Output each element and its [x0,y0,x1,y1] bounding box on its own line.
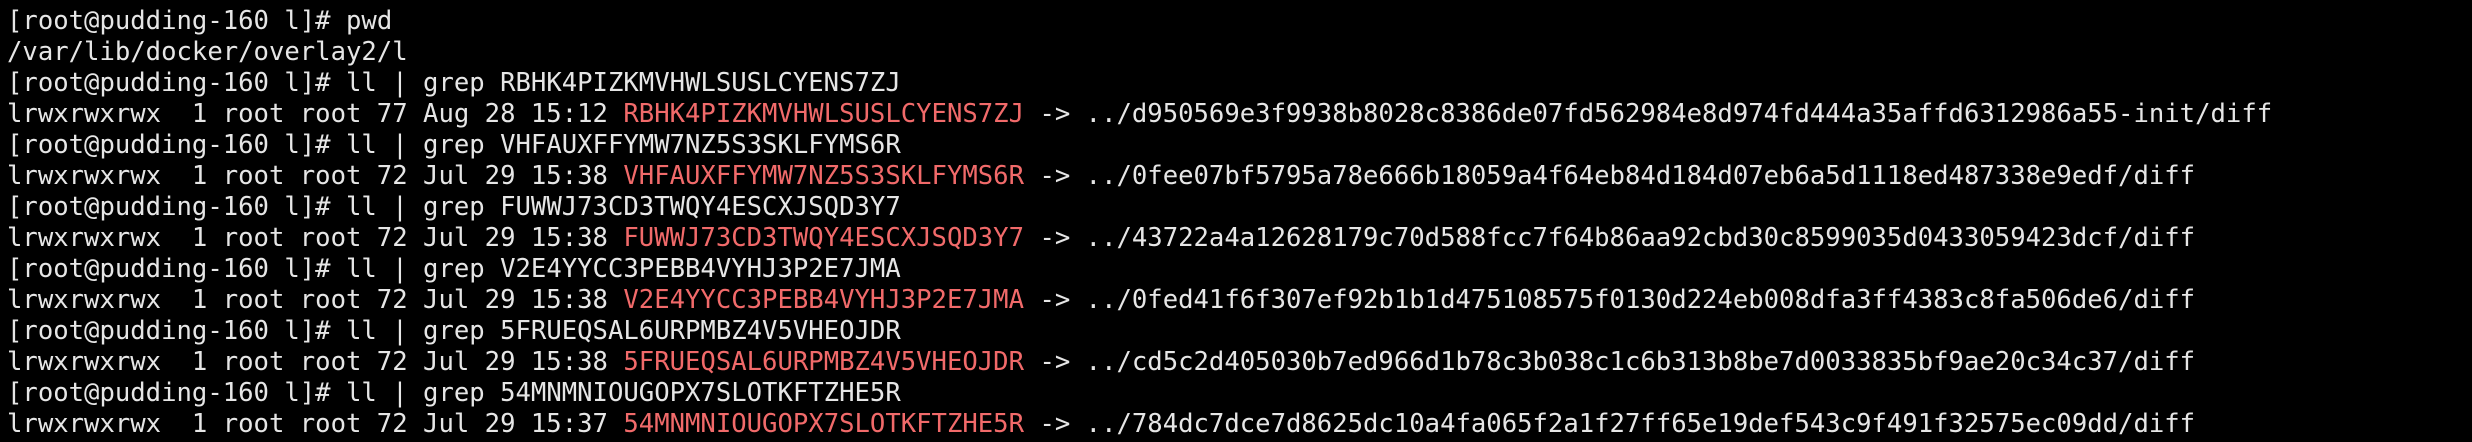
listing-line: lrwxrwxrwx 1 root root 72 Jul 29 15:38 F… [7,223,2466,254]
listing-space [1024,409,1039,439]
listing-space [1024,347,1039,377]
listing-space [608,409,623,439]
command-line: [root@pudding-160 l]# ll | grep VHFAUXFF… [7,130,2466,161]
symlink-target: -> ../0fed41f6f307ef92b1b1d475108575f013… [1039,285,2196,315]
listing-space [1024,285,1039,315]
listing-line: lrwxrwxrwx 1 root root 72 Jul 29 15:38 V… [7,161,2466,192]
command-line: [root@pudding-160 l]# pwd [7,6,2466,37]
listing-space [608,223,623,253]
listing-prefix: lrwxrwxrwx 1 root root 72 Jul 29 15:37 [7,409,608,439]
command-text: pwd [346,6,393,36]
command-text: ll | grep RBHK4PIZKMVHWLSUSLCYENS7ZJ [346,68,901,98]
listing-prefix: lrwxrwxrwx 1 root root 72 Jul 29 15:38 [7,223,608,253]
listing-space [608,347,623,377]
symlink-name: 54MNMNIOUGOPX7SLOTKFTZHE5R [623,409,1025,439]
command-text: ll | grep FUWWJ73CD3TWQY4ESCXJSQD3Y7 [346,192,901,222]
command-text: ll | grep VHFAUXFFYMW7NZ5S3SKLFYMS6R [346,130,901,160]
shell-prompt: [root@pudding-160 l]# [7,316,331,346]
symlink-target: -> ../0fee07bf5795a78e666b18059a4f64eb84… [1039,161,2196,191]
listing-line: lrwxrwxrwx 1 root root 72 Jul 29 15:37 5… [7,409,2466,440]
listing-space [1024,99,1039,129]
listing-line: lrwxrwxrwx 1 root root 72 Jul 29 15:38 5… [7,347,2466,378]
command-line: [root@pudding-160 l]# ll | grep 5FRUEQSA… [7,316,2466,347]
symlink-target: -> ../784dc7dce7d8625dc10a4fa065f2a1f27f… [1039,409,2196,439]
listing-prefix: lrwxrwxrwx 1 root root 72 Jul 29 15:38 [7,285,608,315]
listing-prefix: lrwxrwxrwx 1 root root 77 Aug 28 15:12 [7,99,608,129]
shell-prompt: [root@pudding-160 l]# [7,130,331,160]
symlink-name: FUWWJ73CD3TWQY4ESCXJSQD3Y7 [623,223,1025,253]
output-line: /var/lib/docker/overlay2/l [7,37,2466,68]
shell-prompt: [root@pudding-160 l]# [7,68,331,98]
symlink-name: 5FRUEQSAL6URPMBZ4V5VHEOJDR [623,347,1025,377]
command-line: [root@pudding-160 l]# ll | grep 54MNMNIO… [7,378,2466,409]
listing-prefix: lrwxrwxrwx 1 root root 72 Jul 29 15:38 [7,347,608,377]
listing-line: lrwxrwxrwx 1 root root 72 Jul 29 15:38 V… [7,285,2466,316]
listing-space [608,99,623,129]
terminal-output[interactable]: [root@pudding-160 l]# pwd/var/lib/docker… [0,0,2472,442]
listing-space [608,161,623,191]
listing-prefix: lrwxrwxrwx 1 root root 72 Jul 29 15:38 [7,161,608,191]
output-text: /var/lib/docker/overlay2/l [7,37,408,67]
command-text: ll | grep 54MNMNIOUGOPX7SLOTKFTZHE5R [346,378,901,408]
listing-line: lrwxrwxrwx 1 root root 77 Aug 28 15:12 R… [7,99,2466,130]
symlink-name: RBHK4PIZKMVHWLSUSLCYENS7ZJ [623,99,1025,129]
shell-prompt: [root@pudding-160 l]# [7,192,331,222]
command-text: ll | grep 5FRUEQSAL6URPMBZ4V5VHEOJDR [346,316,901,346]
symlink-target: -> ../d950569e3f9938b8028c8386de07fd5629… [1039,99,2273,129]
shell-prompt: [root@pudding-160 l]# [7,6,331,36]
symlink-name: V2E4YYCC3PEBB4VYHJ3P2E7JMA [623,285,1025,315]
symlink-target: -> ../cd5c2d405030b7ed966d1b78c3b038c1c6… [1039,347,2196,377]
shell-prompt: [root@pudding-160 l]# [7,378,331,408]
command-line: [root@pudding-160 l]# ll | grep V2E4YYCC… [7,254,2466,285]
listing-space [1024,223,1039,253]
command-line: [root@pudding-160 l]# ll | grep FUWWJ73C… [7,192,2466,223]
listing-space [608,285,623,315]
symlink-target: -> ../43722a4a12628179c70d588fcc7f64b86a… [1039,223,2196,253]
command-line: [root@pudding-160 l]# ll | grep RBHK4PIZ… [7,68,2466,99]
command-text: ll | grep V2E4YYCC3PEBB4VYHJ3P2E7JMA [346,254,901,284]
listing-space [1024,161,1039,191]
shell-prompt: [root@pudding-160 l]# [7,254,331,284]
symlink-name: VHFAUXFFYMW7NZ5S3SKLFYMS6R [623,161,1025,191]
